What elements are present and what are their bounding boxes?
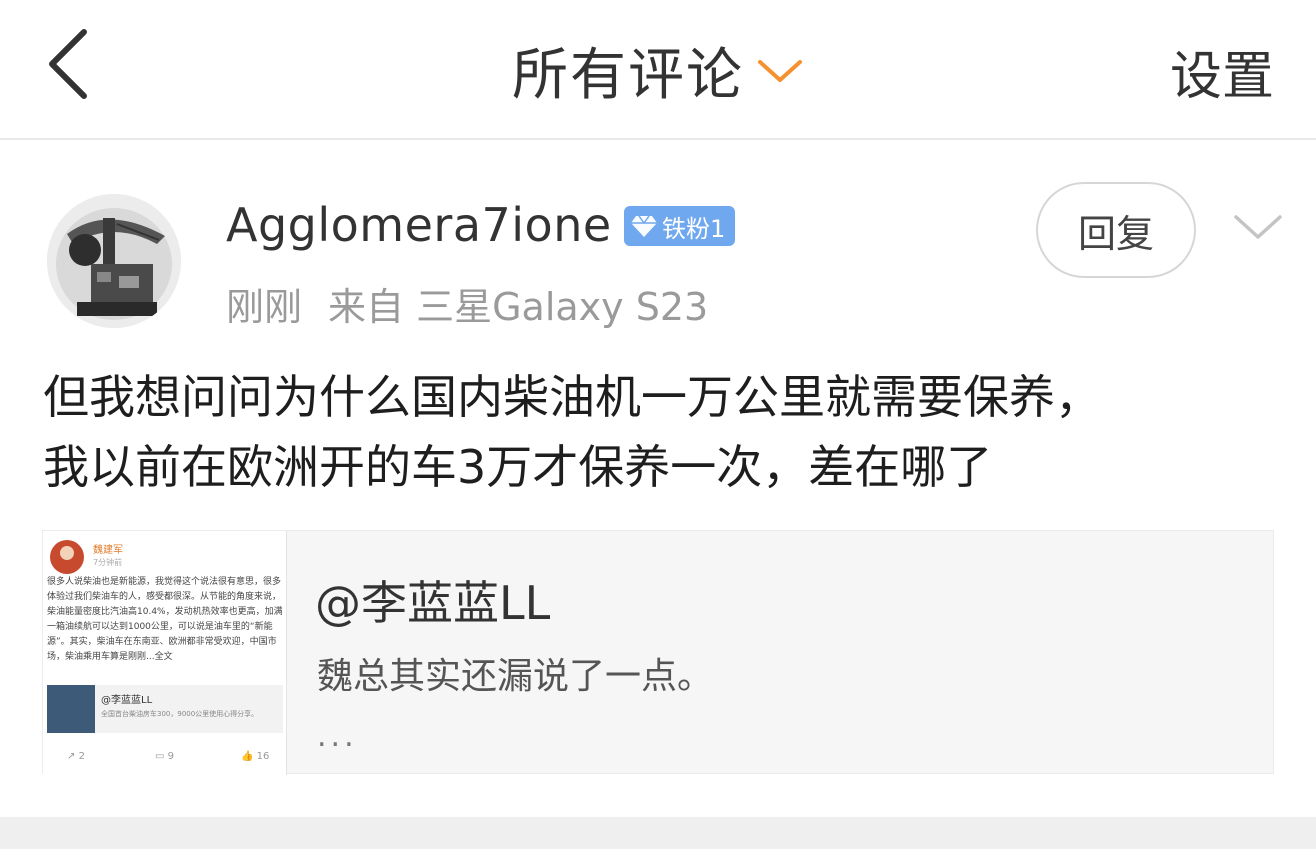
thumbnail-body-text: 很多人说柴油也是新能源，我觉得这个说法很有意思，很多体验过我们柴油车的人，感受都… (47, 577, 283, 662)
thumbnail-username: 魏建军 (93, 545, 123, 556)
thumbnail-card-user: @李蓝蓝LL (101, 695, 153, 706)
reply-button[interactable]: 回复 (1036, 182, 1196, 278)
thumbnail-like-count: 👍 16 (241, 751, 270, 762)
comment-body: 但我想问问为什么国内柴油机一万公里就需要保养， 我以前在欧洲开的车3万才保养一次… (43, 362, 1283, 502)
page-title: 所有评论 (512, 43, 744, 108)
comment-filter-dropdown[interactable]: 所有评论 (0, 30, 1316, 111)
comment-text-line: 但我想问问为什么国内柴油机一万公里就需要保养， (43, 370, 1101, 424)
quoted-post-user: @李蓝蓝LL (315, 576, 551, 630)
fan-level-badge: 铁粉1 (624, 206, 736, 246)
quoted-post-ellipsis: ... (317, 719, 358, 754)
avatar-image (47, 194, 181, 328)
diamond-icon (631, 215, 657, 237)
like-count: 16 (256, 751, 270, 762)
fan-badge-label: 铁粉1 (662, 214, 726, 243)
chevron-down-icon (758, 59, 802, 82)
repost-count: 2 (78, 751, 85, 762)
comment-meta: 刚刚 来自 三星Galaxy S23 (226, 276, 734, 331)
quoted-post-card[interactable]: 魏建军 7分钟前 很多人说柴油也是新能源，我觉得这个说法很有意思，很多体验过我们… (42, 530, 1274, 775)
thumbnail-avatar-icon (50, 540, 84, 574)
chevron-down-icon[interactable] (1228, 205, 1288, 249)
comment-time: 刚刚 (226, 285, 303, 329)
header-bar: 所有评论 设置 (0, 0, 1316, 140)
thumbnail-repost-count: ↗ 2 (67, 751, 85, 762)
comment-username[interactable]: Agglomera7ione (226, 198, 612, 252)
avatar[interactable] (47, 194, 181, 328)
thumbnail-quoted-card: @李蓝蓝LL 全国首台柴油房车300，9000公里使用心得分享。 (47, 685, 283, 733)
quoted-post-text: 魏总其实还漏说了一点。 (317, 656, 714, 697)
comment-text-line: 我以前在欧洲开的车3万才保养一次，差在哪了 (43, 440, 993, 494)
settings-button[interactable]: 设置 (1170, 34, 1274, 109)
quoted-post-thumbnail: 魏建军 7分钟前 很多人说柴油也是新能源，我觉得这个说法很有意思，很多体验过我们… (43, 531, 287, 775)
thumbnail-card-text: 全国首台柴油房车300，9000公里使用心得分享。 (101, 710, 259, 718)
thumbnail-comment-count: ▭ 9 (155, 751, 175, 762)
bottom-divider (0, 817, 1316, 849)
comment-source: 来自 三星Galaxy S23 (328, 285, 709, 329)
comment-count: 9 (167, 751, 175, 762)
thumbnail-card-image (47, 685, 95, 733)
thumbnail-time: 7分钟前 (93, 558, 123, 567)
